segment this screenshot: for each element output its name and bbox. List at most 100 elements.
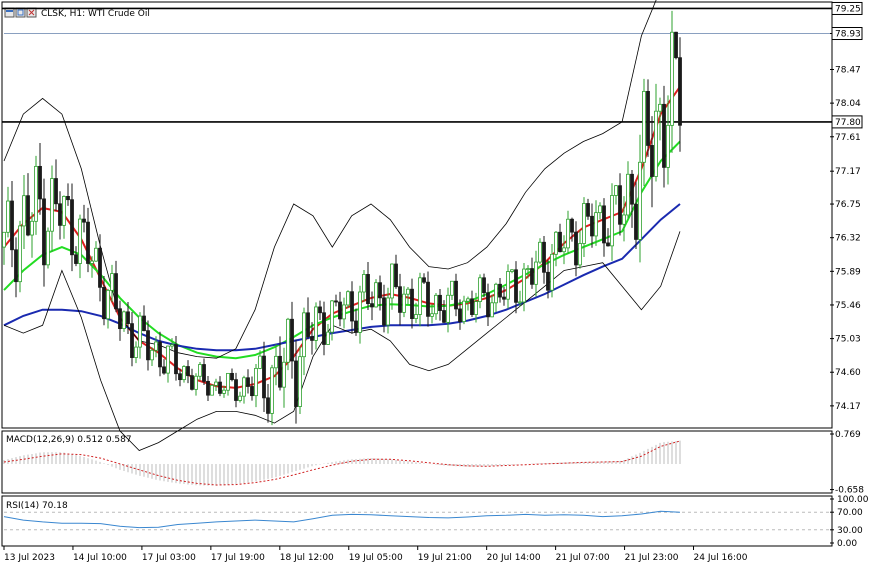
candle-body — [642, 90, 646, 163]
rsi-panel-frame — [1, 495, 833, 547]
time-axis-label: 19 Jul 21:00 — [418, 553, 472, 563]
candle-body — [102, 286, 106, 320]
candle-body — [302, 312, 306, 358]
candle-body — [190, 375, 194, 390]
candle-body — [378, 282, 382, 299]
time-axis-label: 21 Jul 07:00 — [556, 553, 610, 563]
price-axis-label: 78.47 — [835, 65, 861, 75]
candle-body — [510, 269, 514, 272]
price-axis-label: 75.46 — [835, 301, 861, 311]
candle-body — [214, 381, 218, 386]
candle-body — [446, 294, 450, 323]
candle-body — [338, 301, 342, 320]
candle-body — [146, 330, 150, 361]
candle-body — [482, 277, 486, 294]
candle-body — [502, 296, 506, 300]
candle-body — [602, 205, 606, 244]
trading-chart-window[interactable]: CLSK, H1: WTI Crude Oil MACD(12,26,9) 0.… — [0, 0, 874, 568]
time-axis-label: 20 Jul 14:00 — [487, 553, 541, 563]
candle-body — [78, 218, 82, 264]
candle-body — [162, 366, 166, 374]
candle-body — [370, 303, 374, 308]
candle-body — [270, 367, 274, 414]
candle-body — [454, 280, 458, 310]
candle-body — [22, 195, 26, 227]
candle-body — [222, 389, 226, 394]
candle-body — [138, 315, 142, 348]
macd-signal-line — [3, 440, 681, 486]
candle-body — [350, 291, 354, 322]
candle-body — [326, 331, 330, 345]
candle-body — [202, 364, 206, 382]
candle-body — [126, 311, 130, 325]
candle-body — [598, 205, 602, 214]
candle-body — [662, 103, 666, 168]
candle-body — [206, 380, 210, 396]
candle-body — [294, 360, 298, 407]
candle-body — [170, 344, 174, 347]
restore-icon[interactable] — [15, 7, 26, 18]
candle-body — [10, 200, 14, 251]
candle-body — [278, 355, 282, 388]
rsi-line — [3, 510, 681, 529]
candle-body — [534, 261, 538, 285]
rsi-axis-label: 0.00 — [837, 539, 857, 549]
candle-body — [658, 103, 662, 112]
candle-body — [550, 253, 554, 291]
main-panel-frame — [1, 1, 833, 429]
rsi-title: RSI(14) 70.18 — [6, 501, 68, 511]
candle-body — [210, 384, 214, 396]
chart-canvas[interactable]: CLSK, H1: WTI Crude Oil MACD(12,26,9) 0.… — [0, 0, 874, 568]
candle-body — [570, 218, 574, 233]
candle-body — [634, 203, 638, 240]
time-axis-label: 21 Jul 23:00 — [625, 553, 679, 563]
candle-body — [230, 372, 234, 381]
candle-body — [158, 341, 162, 368]
candle-body — [442, 310, 446, 323]
window-icon[interactable] — [4, 7, 15, 18]
candle-body — [494, 283, 498, 304]
price-axis-label: 75.89 — [835, 267, 861, 277]
price-axis-label: 76.75 — [835, 200, 861, 210]
candle-body — [246, 377, 250, 387]
candle-body — [578, 243, 582, 266]
candle-body — [346, 291, 350, 306]
candle-body — [562, 247, 566, 253]
candle-body — [394, 263, 398, 288]
candle-body — [62, 195, 66, 226]
candle-body — [54, 178, 58, 205]
candle-body — [594, 212, 598, 237]
candle-body — [450, 280, 454, 296]
candle-body — [178, 373, 182, 381]
price-axis-label: 74.17 — [835, 402, 861, 412]
level-price-label: 77.80 — [835, 118, 861, 128]
candle-body — [650, 145, 654, 177]
candle-body — [490, 302, 494, 318]
level-price-label: 79.25 — [835, 4, 861, 14]
candle-body — [86, 221, 90, 264]
close-icon[interactable] — [26, 7, 37, 18]
candle-body — [154, 341, 158, 351]
candle-body — [506, 271, 510, 300]
series-ma-blue — [3, 203, 681, 352]
price-axis-label: 75.03 — [835, 335, 861, 345]
candle-body — [522, 268, 526, 303]
candle-body — [470, 298, 474, 315]
candle-body — [410, 288, 414, 319]
candle-body — [430, 313, 434, 317]
candle-body — [334, 300, 338, 303]
candle-body — [606, 242, 610, 247]
candle-body — [438, 294, 442, 311]
time-axis-label: 14 Jul 10:00 — [73, 553, 127, 563]
candle-body — [614, 185, 618, 196]
candle-body — [390, 263, 394, 299]
price-axis-label: 77.17 — [835, 167, 861, 177]
candle-body — [458, 308, 462, 322]
candle-body — [638, 161, 642, 240]
axis-labels-layer: 78.93 78.47 78.04 77.61 77.17 76.75 76.32 75.89… — [3, 1, 869, 563]
candle-body — [678, 57, 682, 126]
candle-body — [342, 304, 346, 320]
candle-body — [618, 185, 622, 225]
candle-body — [626, 173, 630, 216]
price-axis-label: 76.32 — [835, 234, 861, 244]
